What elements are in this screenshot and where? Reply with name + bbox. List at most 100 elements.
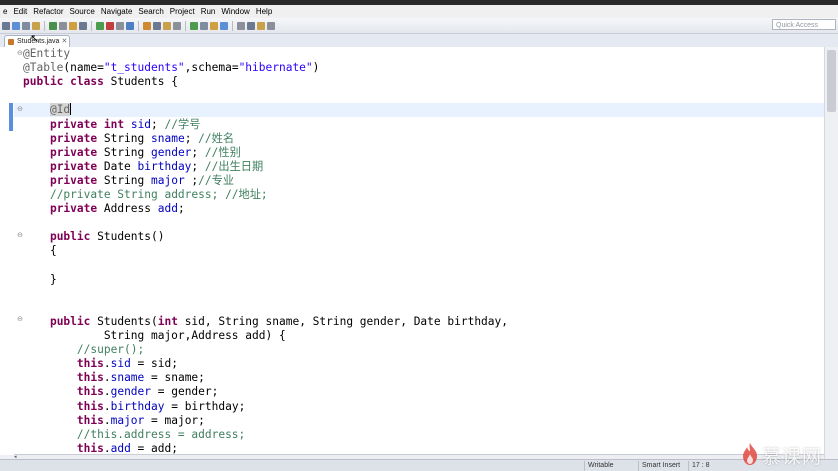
code-line[interactable]: public Students() [23,230,165,244]
scrollbar-thumb[interactable] [827,50,836,112]
code-line[interactable]: private String major ;//专业 [23,174,234,188]
toolbar-button-icon[interactable] [163,21,171,30]
code-line[interactable]: this.major = major; [23,414,205,428]
toolbar-button-icon[interactable] [49,21,57,30]
toolbar-button-icon[interactable] [12,21,20,30]
code-line[interactable]: //super(); [23,343,144,357]
code-token: = major; [144,413,205,427]
menu-item-refactor[interactable]: Refactor [30,5,66,18]
code-token: //姓名 [198,131,235,145]
toolbar-button-icon[interactable] [59,21,67,30]
toolbar-button-icon[interactable] [220,21,228,30]
code-line[interactable]: private String gender; //性别 [23,146,241,160]
toolbar-button-icon[interactable] [267,21,275,30]
code-line[interactable]: private Date birthday; //出生日期 [23,160,263,174]
code-line[interactable]: @Entity [23,47,70,61]
code-line[interactable]: { [23,244,57,258]
toolbar-button-icon[interactable] [237,21,245,30]
code-token: ; [191,159,205,173]
code-token: this [76,399,104,413]
toolbar-button-icon[interactable] [32,21,40,30]
toolbar-button-icon[interactable] [96,21,104,30]
code-token: int [103,117,125,131]
toolbar-button-icon[interactable] [173,21,181,30]
code-token: String [97,145,151,159]
code-token: birthday [137,159,192,173]
code-line[interactable]: @Id [23,103,72,117]
code-editor[interactable]: ⊖ ⊖ ⊖ ⊖ @Entity @Table(name="t_students",… [0,47,838,455]
toolbar-icons [2,20,275,31]
code-line[interactable]: this.sid = sid; [23,357,178,371]
code-token: ,schema= [184,61,239,75]
code-token: sid [130,117,152,131]
code-token: . [103,385,111,399]
menu-item-edit[interactable]: Edit [10,5,30,18]
code-token: "t_students" [103,61,185,75]
code-line[interactable]: public class Students { [23,75,178,89]
menu-item-e[interactable]: e [0,5,10,18]
code-line[interactable]: this.birthday = birthday; [23,400,245,414]
menu-item-help[interactable]: Help [253,5,275,18]
code-token: add [157,202,178,216]
code-token: sid [110,357,131,371]
toolbar-button-icon[interactable] [116,21,124,30]
code-token: major [110,413,145,427]
code-token: Students() [90,230,165,244]
code-token: private [49,145,98,159]
code-token: @Id [49,103,71,117]
code-line[interactable]: private int sid; //学号 [23,118,200,132]
toolbar-separator [44,20,45,31]
menu-item-window[interactable]: Window [218,5,252,18]
code-line[interactable]: public Students(int sid, String sname, S… [23,315,508,329]
toolbar-button-icon[interactable] [22,21,30,30]
code-line[interactable]: } [23,273,57,287]
quick-access-input[interactable]: Quick Access [772,19,836,30]
code-token: class [70,75,104,89]
menu-item-search[interactable]: Search [135,5,166,18]
code-line[interactable]: this.gender = gender; [23,385,218,399]
code-token: //this.address = address; [76,427,246,441]
code-token: ; [184,131,199,145]
toolbar-separator [91,20,92,31]
toolbar-button-icon[interactable] [69,21,77,30]
menu-item-run[interactable]: Run [198,5,219,18]
watermark-text: 慕课网 [762,446,823,468]
menu-item-project[interactable]: Project [167,5,198,18]
code-line[interactable]: //private String address; //地址; [23,188,268,202]
toolbar-button-icon[interactable] [153,21,161,30]
code-token: { [23,244,57,258]
code-line[interactable]: String major,Address add) { [23,329,286,343]
code-line[interactable]: private String sname; //姓名 [23,132,234,146]
toolbar-button-icon[interactable] [2,21,10,30]
code-line[interactable]: @Table(name="t_students",schema="hiberna… [23,61,319,75]
toolbar-button-icon[interactable] [210,21,218,30]
toolbar-button-icon[interactable] [200,21,208,30]
code-token: ; [151,117,165,131]
toolbar-button-icon[interactable] [106,21,114,30]
code-token: private [49,173,98,187]
code-line[interactable]: this.sname = sname; [23,371,205,385]
toolbar-button-icon[interactable] [79,21,87,30]
code-token: = birthday; [164,399,246,413]
toolbar-button-icon[interactable] [190,21,198,30]
menu-item-navigate[interactable]: Navigate [98,5,136,18]
toolbar-button-icon[interactable] [257,21,265,30]
toolbar-button-icon[interactable] [247,21,255,30]
menu-item-source[interactable]: Source [66,5,97,18]
code-line[interactable]: private Address add; [23,202,185,216]
toolbar-button-icon[interactable] [143,21,151,30]
vertical-scrollbar[interactable] [824,47,838,459]
status-writable: Writable [584,461,614,471]
code-line[interactable]: //this.address = address; [23,428,245,442]
code-token: gender [110,385,152,399]
toolbar-button-icon[interactable] [126,21,134,30]
code-token: = sid; [130,357,178,371]
